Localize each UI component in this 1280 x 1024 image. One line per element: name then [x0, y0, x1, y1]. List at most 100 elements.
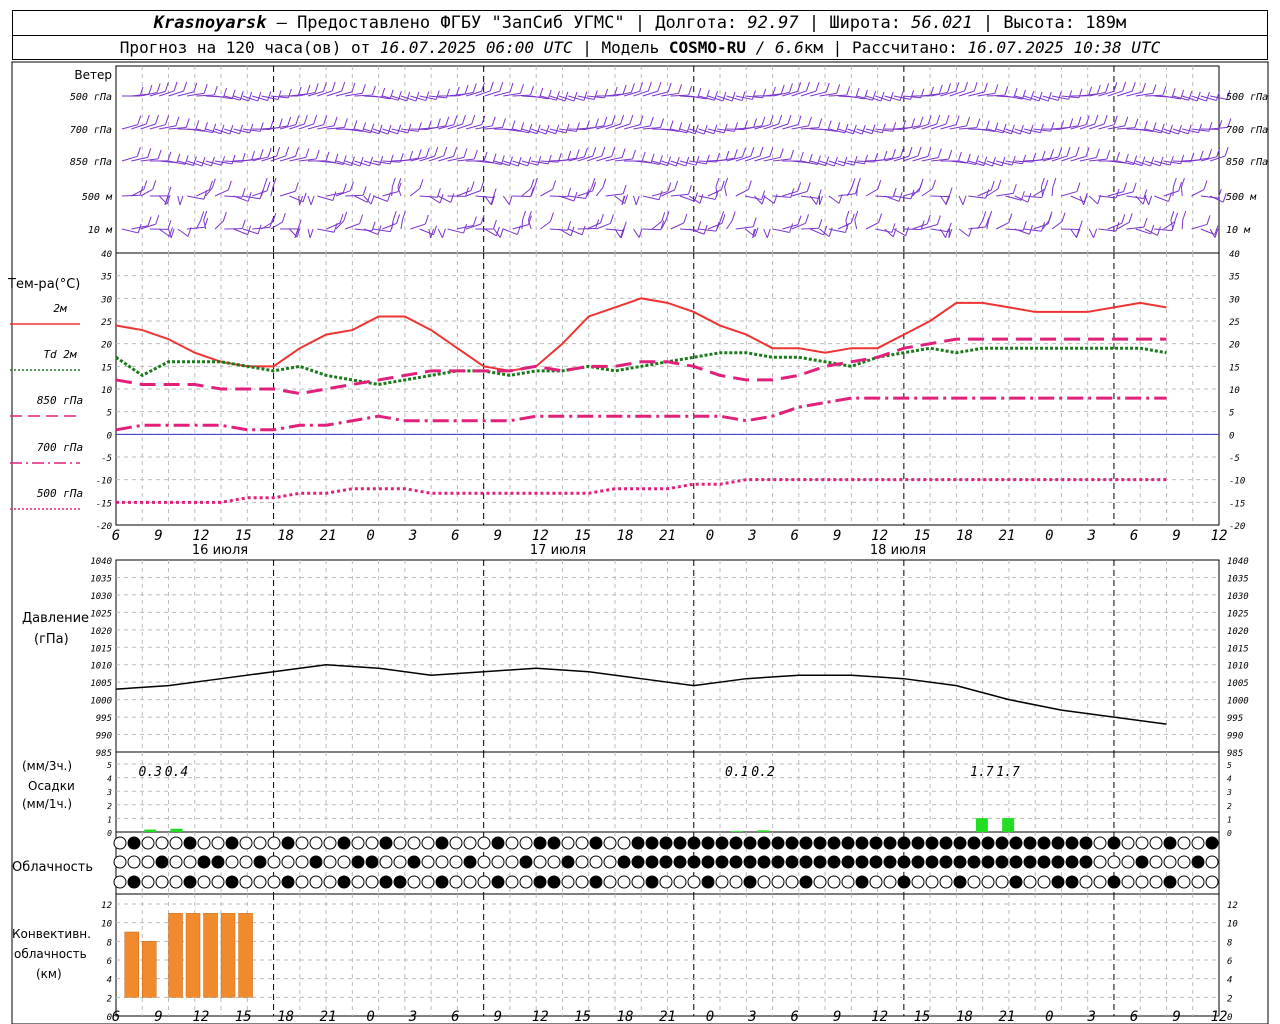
wind-barb-flag: [342, 183, 347, 193]
wind-barb-flag: [435, 90, 440, 100]
wind-barb-flag: [369, 156, 374, 167]
cloud-cover-symbol: [155, 855, 169, 869]
wind-barb-flag: [173, 81, 178, 92]
wind-barb: [1098, 228, 1117, 232]
cloud-cover-symbol: [183, 855, 197, 869]
cloud-cover-symbol: [953, 875, 967, 889]
wind-barb-flag: [1019, 124, 1024, 135]
wind-barb-flag: [856, 177, 861, 188]
wind-barb-flag: [314, 83, 319, 93]
wind-barb-flag: [511, 120, 516, 130]
wind-barb: [921, 188, 933, 197]
wind-barb-flag: [470, 181, 475, 191]
day-label: 16 июля: [192, 543, 248, 558]
wind-barb-flag: [573, 91, 578, 102]
wind-barb-flag: [932, 179, 936, 189]
cloud-cover-symbol: [925, 875, 939, 889]
cloud-cover-symbol: [533, 836, 547, 850]
wind-barb: [1061, 191, 1078, 197]
wind-barb: [1088, 228, 1095, 238]
cloud-cover-symbol: [379, 875, 393, 889]
wind-barb-flag: [389, 154, 394, 165]
cloud-cover-symbol: [547, 855, 561, 869]
x-tick-label: 6: [112, 1009, 120, 1024]
cloud-cover-symbol: [701, 855, 715, 869]
wind-panel: [121, 81, 1232, 239]
wind-barb-flag: [669, 120, 674, 130]
wind-barb-flag: [333, 116, 338, 126]
x-tick-label: 18: [956, 528, 973, 544]
wind-barb-flag: [203, 84, 208, 94]
wind-barb-flag: [593, 90, 598, 100]
wind-barb-flag: [629, 114, 634, 125]
wind-barb-flag: [635, 195, 640, 206]
temp-y-tick-right: -20: [1229, 522, 1245, 532]
wind-barb-flag: [948, 187, 953, 197]
wind-barb-flag: [658, 190, 663, 200]
temp-y-tick-right: 15: [1229, 363, 1240, 373]
wind-barb: [726, 220, 733, 230]
cloud-cover-symbol: [1177, 855, 1191, 869]
wind-barb: [400, 219, 403, 230]
cloud-cover-symbol: [1149, 836, 1163, 850]
pres-y-tick: 1030: [90, 592, 112, 602]
wind-barb-flag: [1206, 215, 1211, 225]
wind-barb: [679, 228, 698, 231]
wind-barb-flag: [419, 179, 424, 189]
cloud-cover-symbol: [589, 836, 603, 850]
precip-title-3: (мм/1ч.): [22, 797, 72, 811]
wind-barb: [1070, 228, 1077, 238]
wind-barb: [754, 195, 763, 205]
conv-y-tick-right: 0: [1227, 1013, 1232, 1023]
cloud-cover-symbol: [365, 836, 379, 850]
wind-barb-flag: [905, 226, 910, 236]
wind-barb: [242, 195, 261, 200]
conv-cloud-bar: [142, 941, 157, 998]
wind-barb-flag: [259, 122, 264, 132]
cloud-cover-symbol: [757, 836, 771, 850]
wind-barb-flag: [406, 91, 411, 102]
wind-barb: [1191, 223, 1208, 230]
wind-barb: [224, 195, 243, 198]
cloud-cover-symbol: [267, 875, 281, 889]
cloud-cover-symbol: [631, 855, 645, 869]
cloud-cover-symbol: [1121, 875, 1135, 889]
cloud-cover-symbol: [729, 836, 743, 850]
cloud-cover-symbol: [1009, 875, 1023, 889]
wind-barb-flag: [957, 151, 962, 162]
cloud-cover-symbol: [407, 875, 421, 889]
wind-level-label: 10 м: [88, 225, 113, 236]
wind-barb-flag: [156, 83, 161, 93]
x-tick-label: 9: [154, 1009, 162, 1024]
wind-barb: [391, 186, 393, 197]
x-tick-label: 3: [747, 528, 756, 544]
wind-title: Ветер: [74, 68, 112, 82]
wind-barb-flag: [836, 84, 841, 94]
cloud-cover-symbol: [981, 836, 995, 850]
pres-y-tick: 990: [96, 732, 112, 742]
cloud-cover-symbol: [239, 855, 253, 869]
wind-barb: [121, 124, 138, 130]
wind-barb-flag: [1010, 124, 1015, 134]
conv-cloud-bar: [185, 913, 201, 998]
cloud-cover-symbol: [1023, 855, 1037, 869]
cloud-cover-symbol: [855, 875, 869, 889]
wind-barb-flag: [945, 228, 950, 238]
wind-barb-flag: [983, 82, 988, 93]
wind-barb-flag: [1027, 193, 1032, 203]
wind-barb-flag: [1143, 217, 1148, 228]
temp-y-tick-right: 35: [1228, 273, 1240, 283]
wind-barb: [1051, 186, 1054, 197]
x-tick-label: 21: [659, 1009, 676, 1024]
wind-barb-flag: [936, 215, 941, 225]
wind-barb-flag: [285, 146, 290, 157]
wind-barb-flag: [303, 114, 308, 125]
wind-barb: [214, 220, 224, 230]
cloud-cover-symbol: [771, 836, 785, 850]
cloud-cover-symbol: [645, 855, 659, 869]
cloud-cover-symbol: [519, 855, 533, 869]
wind-barb-flag: [1131, 81, 1136, 92]
wind-barb-flag: [1124, 116, 1129, 127]
temp-y-tick: -5: [101, 454, 112, 464]
cloud-cover-symbol: [309, 836, 323, 850]
